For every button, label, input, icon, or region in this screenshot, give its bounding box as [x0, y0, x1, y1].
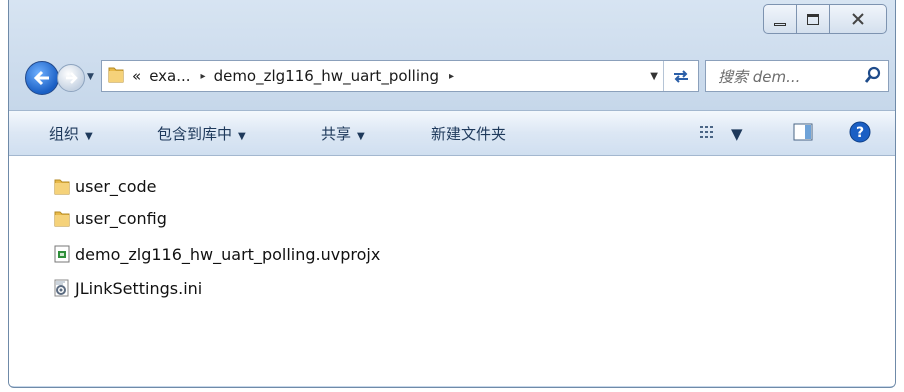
view-grid-icon — [700, 126, 713, 138]
view-options-button[interactable] — [699, 124, 715, 144]
navigation-bar: ▼ « exa... ▸ demo_zlg116_hw_uart_polling… — [19, 56, 891, 96]
dropdown-icon: ▼ — [238, 131, 246, 142]
folder-icon — [108, 65, 124, 87]
svg-text:?: ? — [856, 125, 864, 141]
folder-icon — [53, 177, 71, 195]
breadcrumb-current[interactable]: demo_zlg116_hw_uart_polling — [214, 67, 439, 85]
new-folder-button[interactable]: 新建文件夹 — [431, 123, 506, 144]
minimize-button[interactable] — [763, 4, 797, 34]
address-overflow[interactable]: « — [132, 67, 141, 85]
search-placeholder: 搜索 dem... — [718, 67, 801, 86]
breadcrumb-separator-icon[interactable]: ▸ — [201, 71, 206, 82]
maximize-icon — [807, 13, 819, 25]
address-bar[interactable]: « exa... ▸ demo_zlg116_hw_uart_polling ▸… — [101, 60, 699, 92]
settings-file-icon — [53, 279, 71, 297]
list-item[interactable]: user_code — [53, 174, 156, 198]
address-dropdown-icon[interactable]: ▼ — [650, 71, 658, 82]
organize-menu[interactable]: 组织 ▼ — [49, 123, 93, 144]
search-box[interactable]: 搜索 dem... — [705, 60, 889, 92]
explorer-window: ▼ « exa... ▸ demo_zlg116_hw_uart_polling… — [8, 0, 896, 388]
file-name: user_code — [75, 176, 157, 196]
preview-pane-icon — [793, 123, 813, 141]
preview-pane-button[interactable] — [793, 123, 813, 145]
dropdown-icon: ▼ — [85, 131, 93, 142]
breadcrumb-exa[interactable]: exa... — [149, 67, 190, 85]
share-menu[interactable]: 共享 ▼ — [321, 123, 365, 144]
list-item[interactable]: demo_zlg116_hw_uart_polling.uvprojx — [53, 242, 380, 266]
refresh-button[interactable] — [663, 61, 698, 91]
refresh-icon — [674, 70, 688, 83]
include-in-library-menu[interactable]: 包含到库中 ▼ — [157, 123, 246, 144]
help-icon: ? — [849, 121, 871, 143]
dropdown-icon: ▼ — [357, 131, 365, 142]
back-button[interactable] — [25, 61, 59, 95]
breadcrumb-separator-icon[interactable]: ▸ — [449, 71, 454, 82]
caption-buttons — [763, 4, 887, 34]
list-item[interactable]: JLinkSettings.ini — [53, 276, 202, 300]
back-arrow-icon — [33, 70, 49, 86]
file-name: demo_zlg116_hw_uart_polling.uvprojx — [75, 244, 381, 264]
minimize-icon — [774, 22, 786, 26]
folder-icon — [53, 209, 71, 227]
help-button[interactable]: ? — [849, 121, 871, 147]
forward-button[interactable] — [57, 64, 85, 92]
maximize-button[interactable] — [796, 4, 830, 34]
close-icon — [852, 13, 864, 25]
command-bar: 组织 ▼ 包含到库中 ▼ 共享 ▼ 新建文件夹 ▼ ? — [9, 110, 895, 156]
close-button[interactable] — [829, 4, 887, 34]
recent-pages-dropdown[interactable]: ▼ — [87, 72, 94, 82]
uvprojx-file-icon — [53, 245, 71, 263]
forward-arrow-icon — [66, 72, 78, 84]
search-icon[interactable] — [864, 66, 882, 90]
file-name: user_config — [75, 208, 167, 228]
file-list: user_code user_config demo_zlg116_hw_uar… — [9, 156, 895, 386]
view-dropdown-icon[interactable]: ▼ — [731, 125, 743, 143]
file-name: JLinkSettings.ini — [75, 278, 203, 298]
list-item[interactable]: user_config — [53, 206, 167, 230]
